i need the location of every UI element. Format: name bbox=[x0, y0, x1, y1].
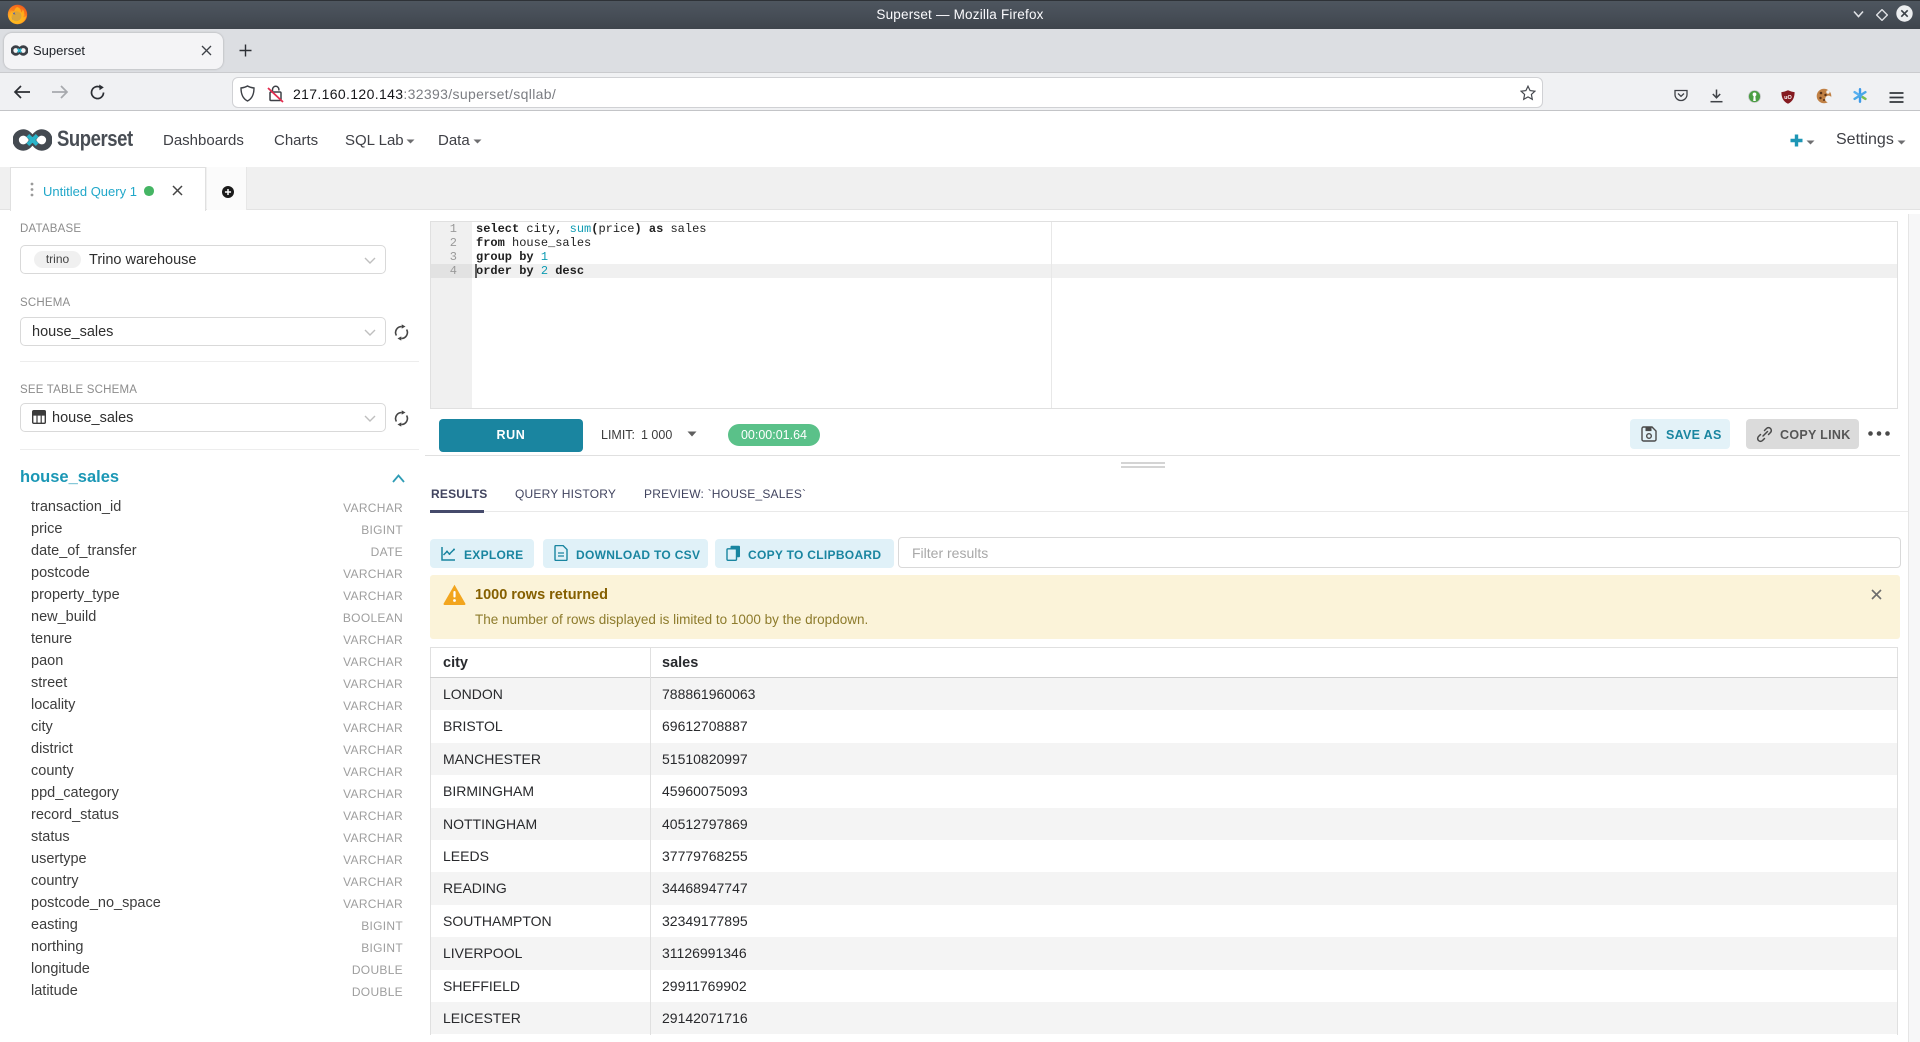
svg-text:uO: uO bbox=[1784, 95, 1792, 101]
